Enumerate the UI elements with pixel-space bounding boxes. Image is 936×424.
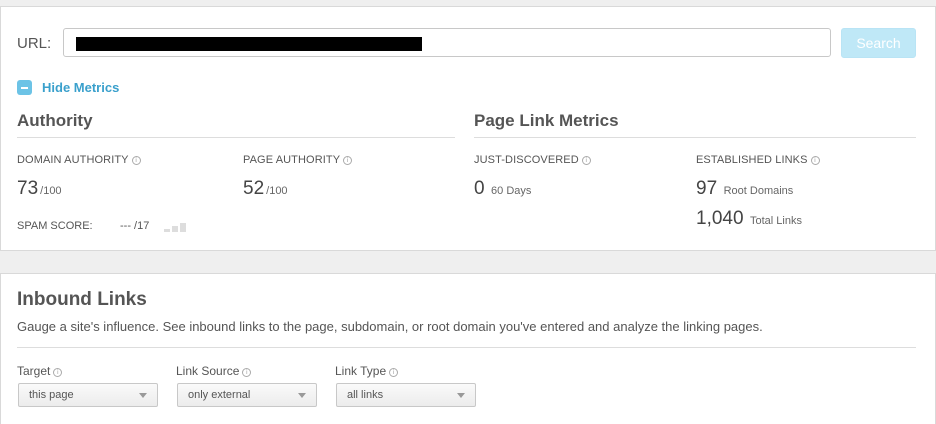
hide-metrics-label: Hide Metrics (42, 80, 120, 95)
just-discovered-unit: 60 Days (491, 185, 532, 197)
domain-authority-label: DOMAIN AUTHORITY i (17, 154, 141, 166)
root-domains-metric: 97 Root Domains (696, 178, 793, 200)
inbound-links-title: Inbound Links (17, 289, 147, 310)
link-source-select[interactable]: only external (177, 383, 317, 407)
page-authority-value: 52 (243, 178, 265, 199)
domain-authority-metric: 73/100 (17, 178, 62, 200)
inbound-divider (17, 347, 916, 348)
just-discovered-label: JUST-DISCOVERED i (474, 154, 591, 166)
spam-score-bars-icon (164, 220, 190, 232)
domain-authority-value: 73 (17, 178, 39, 199)
target-filter-label: Target i (17, 364, 63, 378)
url-input-wrapper[interactable] (63, 28, 831, 57)
info-icon[interactable]: i (343, 156, 353, 165)
info-icon[interactable]: i (581, 156, 591, 165)
redacted-url-bar (76, 37, 422, 51)
chevron-down-icon (457, 393, 465, 398)
inbound-links-panel: Inbound Links Gauge a site's influence. … (0, 273, 936, 424)
link-type-select[interactable]: all links (336, 383, 476, 407)
link-source-select-value: only external (188, 389, 251, 401)
info-icon[interactable]: i (242, 368, 252, 377)
info-icon[interactable]: i (53, 368, 63, 377)
just-discovered-metric: 0 60 Days (474, 178, 531, 200)
total-links-unit: Total Links (750, 215, 802, 227)
link-type-select-value: all links (347, 389, 384, 401)
target-select[interactable]: this page (18, 383, 158, 407)
inbound-links-description: Gauge a site's influence. See inbound li… (17, 319, 763, 334)
collapse-icon (17, 80, 32, 95)
info-icon[interactable]: i (810, 156, 820, 165)
established-links-label: ESTABLISHED LINKS i (696, 154, 820, 166)
info-icon[interactable]: i (389, 368, 399, 377)
spam-score-value: --- /17 (120, 220, 150, 232)
link-source-filter-label: Link Source i (176, 364, 252, 378)
authority-title: Authority (17, 111, 93, 130)
total-links-value: 1,040 (696, 208, 744, 229)
just-discovered-value: 0 (474, 178, 485, 199)
target-select-value: this page (29, 389, 74, 401)
authority-divider (17, 137, 455, 138)
domain-authority-unit: /100 (40, 185, 62, 197)
hide-metrics-toggle[interactable]: Hide Metrics (17, 80, 119, 95)
root-domains-value: 97 (696, 178, 718, 199)
page-authority-metric: 52/100 (243, 178, 288, 200)
chevron-down-icon (139, 393, 147, 398)
total-links-metric: 1,040 Total Links (696, 208, 802, 230)
page-link-metrics-title: Page Link Metrics (474, 111, 619, 130)
chevron-down-icon (298, 393, 306, 398)
page-link-metrics-divider (474, 137, 916, 138)
root-domains-unit: Root Domains (723, 185, 794, 197)
info-icon[interactable]: i (131, 156, 141, 165)
page-authority-label: PAGE AUTHORITY i (243, 154, 353, 166)
metrics-panel: URL: Search Hide Metrics Authority DOMAI… (0, 6, 936, 251)
search-button[interactable]: Search (841, 28, 916, 58)
url-label: URL: (17, 35, 52, 52)
spam-score-label: SPAM SCORE: (17, 220, 93, 232)
link-type-filter-label: Link Type i (335, 364, 399, 378)
page-authority-unit: /100 (266, 185, 288, 197)
